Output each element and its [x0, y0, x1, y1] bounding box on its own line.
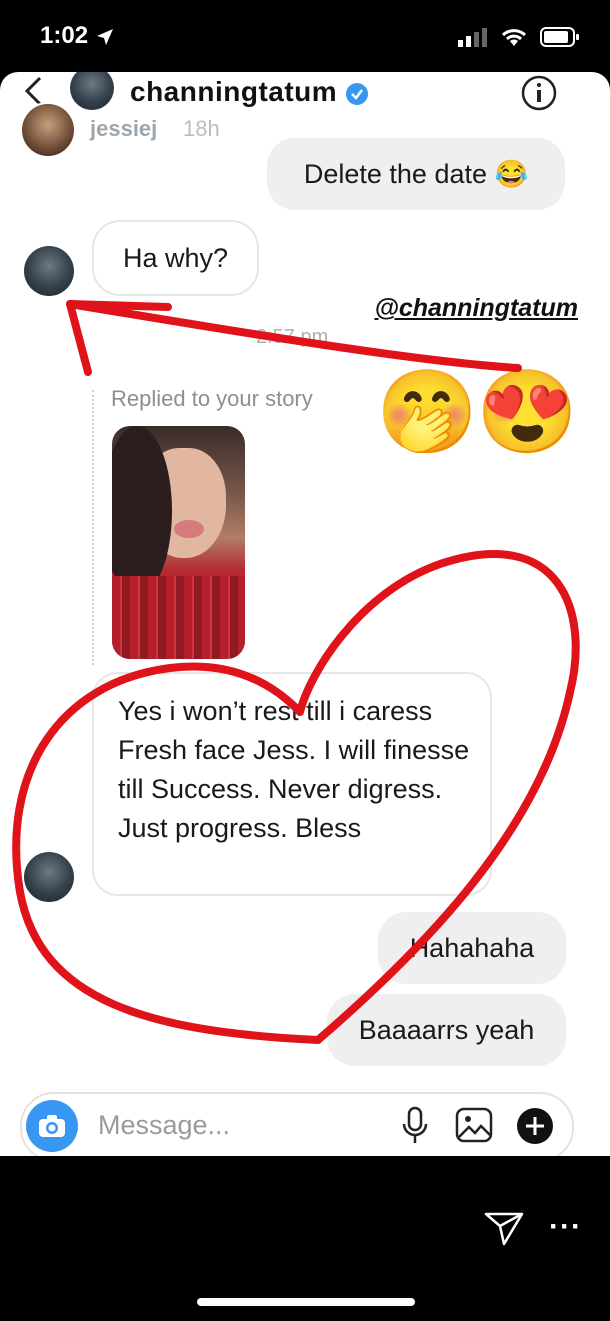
red-annotation-drawing: [12, 300, 580, 1044]
location-arrow-icon: [96, 28, 113, 45]
more-icon[interactable]: ···: [549, 1210, 582, 1244]
status-icons: [458, 26, 580, 48]
home-indicator: [197, 1298, 415, 1306]
battery-icon: [540, 27, 579, 47]
signal-icon: [458, 28, 487, 47]
wifi-icon: [501, 29, 527, 46]
status-time: 1:02: [40, 22, 115, 50]
annotation-heart: [12, 550, 580, 1044]
send-icon[interactable]: [484, 1210, 524, 1248]
annotation-arrow-line: [66, 300, 522, 372]
story-card: channingtatum jessiej 18h Delete the dat…: [0, 72, 610, 1156]
